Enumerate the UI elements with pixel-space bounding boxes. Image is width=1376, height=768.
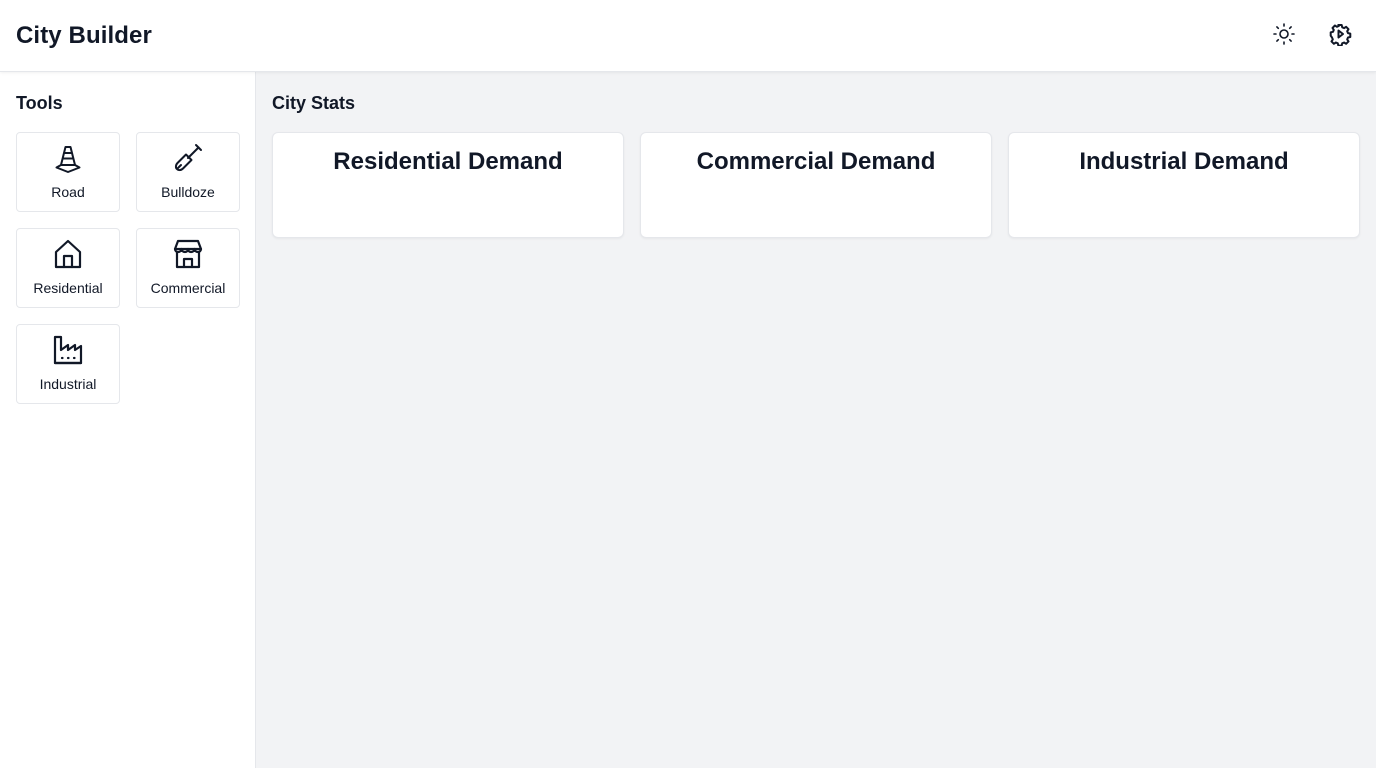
residential-tool-label: Residential — [33, 280, 103, 296]
commercial-tool-button[interactable]: Commercial — [136, 228, 240, 308]
shovel-icon — [172, 142, 204, 174]
app-title: City Builder — [16, 22, 152, 49]
road-tool-button[interactable]: Road — [16, 132, 120, 212]
commercial-demand-title: Commercial Demand — [696, 148, 936, 175]
store-icon — [172, 238, 204, 270]
house-icon — [52, 238, 84, 270]
road-tool-label: Road — [51, 184, 85, 200]
residential-tool-button[interactable]: Residential — [16, 228, 120, 308]
bulldoze-tool-label: Bulldoze — [161, 184, 215, 200]
residential-demand-title: Residential Demand — [333, 148, 563, 175]
factory-icon — [52, 334, 84, 366]
settings-button[interactable] — [1324, 20, 1356, 52]
main-panel: City Stats Residential Demand Commercial… — [256, 72, 1376, 768]
city-stats-heading: City Stats — [272, 93, 356, 113]
traffic-cone-icon — [52, 142, 84, 174]
residential-demand-card: Residential Demand — [272, 132, 624, 238]
industrial-tool-button[interactable]: Industrial — [16, 324, 120, 404]
app-header: City Builder — [0, 0, 1376, 72]
tools-sidebar: Tools Road Bulldoze Residential Commerci… — [0, 72, 256, 768]
tools-heading: Tools — [16, 93, 63, 113]
industrial-demand-title: Industrial Demand — [1079, 148, 1289, 175]
gear-icon — [1328, 22, 1352, 51]
sun-icon — [1272, 22, 1296, 51]
bulldoze-tool-button[interactable]: Bulldoze — [136, 132, 240, 212]
theme-toggle-button[interactable] — [1268, 20, 1300, 52]
commercial-demand-card: Commercial Demand — [640, 132, 992, 238]
industrial-tool-label: Industrial — [39, 376, 97, 392]
industrial-demand-card: Industrial Demand — [1008, 132, 1360, 238]
commercial-tool-label: Commercial — [150, 280, 226, 296]
